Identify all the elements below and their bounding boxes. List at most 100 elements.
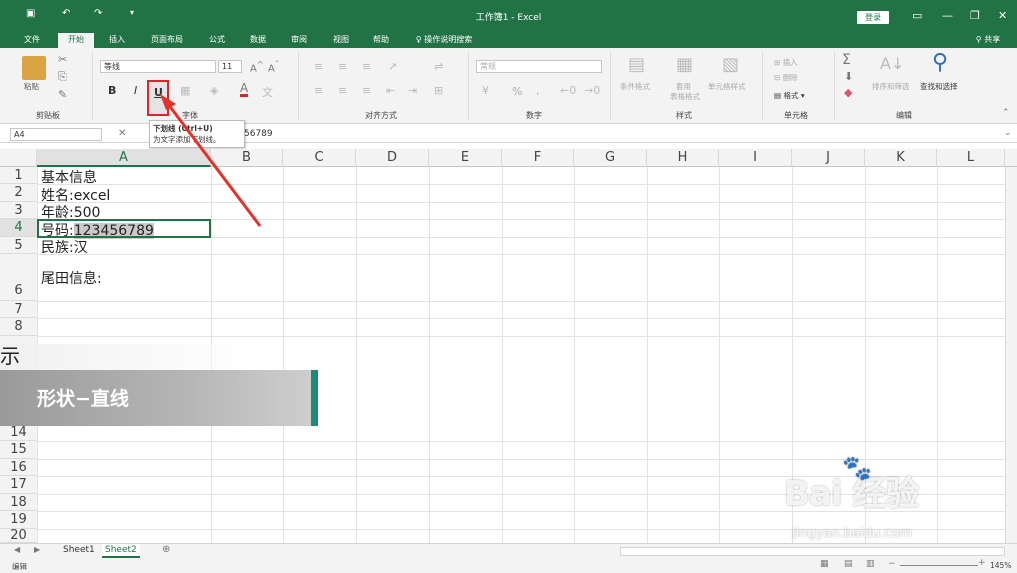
zoom-slider[interactable] bbox=[900, 565, 978, 566]
add-sheet-icon[interactable]: ⊕ bbox=[162, 544, 170, 555]
column-header-a[interactable]: A bbox=[37, 149, 211, 167]
formula-input[interactable]: 56789 bbox=[244, 129, 273, 139]
font-color-icon[interactable]: A bbox=[240, 82, 249, 97]
row-header-2[interactable]: 2 bbox=[0, 184, 37, 202]
fill-icon[interactable]: ⬇ bbox=[844, 70, 853, 83]
row-header-15[interactable]: 15 bbox=[0, 441, 37, 459]
align-middle-icon[interactable]: ≡ bbox=[338, 60, 347, 73]
row-header-7[interactable]: 7 bbox=[0, 301, 37, 318]
column-header-d[interactable]: D bbox=[356, 149, 429, 167]
column-header-j[interactable]: J bbox=[792, 149, 865, 167]
row-header-6[interactable]: 6 bbox=[0, 254, 37, 301]
align-left-icon[interactable]: ≡ bbox=[314, 84, 323, 97]
find-select-icon[interactable]: ⚲ bbox=[932, 50, 948, 75]
close-button[interactable]: ✕ bbox=[998, 9, 1007, 22]
cell-a1[interactable]: 基本信息 bbox=[41, 167, 97, 187]
insert-cells-button[interactable]: ⊞ 插入 bbox=[774, 57, 798, 68]
zoom-out-icon[interactable]: − bbox=[888, 559, 896, 569]
sort-filter-icon[interactable]: A↓ bbox=[880, 54, 904, 73]
tab-review[interactable]: 审阅 bbox=[282, 33, 316, 48]
normal-view-icon[interactable]: ▦ bbox=[820, 559, 829, 569]
increase-decimal-icon[interactable]: ←0 bbox=[560, 84, 576, 97]
tab-data[interactable]: 数据 bbox=[242, 33, 274, 48]
row-header-20[interactable]: 20 bbox=[0, 529, 37, 543]
page-layout-view-icon[interactable]: ▤ bbox=[844, 559, 853, 569]
row-header-5[interactable]: 5 bbox=[0, 237, 37, 254]
column-header-i[interactable]: I bbox=[719, 149, 792, 167]
clear-icon[interactable]: ◆ bbox=[844, 86, 852, 99]
tab-insert[interactable]: 插入 bbox=[102, 33, 132, 48]
format-cells-button[interactable]: ▤ 格式 ▾ bbox=[774, 90, 805, 101]
autosum-icon[interactable]: Σ bbox=[842, 52, 851, 68]
sheet-tab-sheet1[interactable]: Sheet1 bbox=[60, 544, 98, 558]
number-format-select[interactable]: 常规 bbox=[476, 60, 602, 73]
column-header-k[interactable]: K bbox=[865, 149, 937, 167]
align-right-icon[interactable]: ≡ bbox=[362, 84, 371, 97]
decrease-decimal-icon[interactable]: →0 bbox=[584, 84, 600, 97]
column-header-e[interactable]: E bbox=[429, 149, 502, 167]
row-header-3[interactable]: 3 bbox=[0, 202, 37, 219]
comma-icon[interactable]: , bbox=[536, 84, 540, 97]
tab-file[interactable]: 文件 bbox=[16, 33, 48, 48]
ribbon-display-icon[interactable]: ▭ bbox=[912, 9, 922, 22]
percent-button[interactable]: % bbox=[512, 85, 522, 98]
tab-home[interactable]: 开始 bbox=[58, 33, 94, 48]
expand-formula-icon[interactable]: ⌄ bbox=[1004, 128, 1012, 138]
decrease-indent-icon[interactable]: ⇤ bbox=[386, 84, 395, 97]
zoom-level[interactable]: 145% bbox=[990, 561, 1011, 570]
next-sheet-icon[interactable]: ▶ bbox=[34, 545, 40, 554]
copy-icon[interactable]: ⎘ bbox=[58, 70, 67, 84]
font-name-select[interactable]: 等线 bbox=[100, 60, 216, 73]
row-header-18[interactable]: 18 bbox=[0, 494, 37, 511]
increase-font-icon[interactable]: A^ bbox=[250, 59, 264, 74]
fill-color-icon[interactable]: ◈ bbox=[210, 84, 218, 97]
underline-button[interactable]: U bbox=[147, 80, 169, 116]
maximize-button[interactable]: ❐ bbox=[970, 9, 980, 22]
column-header-b[interactable]: B bbox=[211, 149, 283, 167]
select-all-corner[interactable] bbox=[0, 149, 37, 167]
column-header-h[interactable]: H bbox=[647, 149, 719, 167]
row-header-1[interactable]: 1 bbox=[0, 167, 37, 184]
format-painter-icon[interactable]: ✎ bbox=[58, 88, 67, 101]
tab-page-layout[interactable]: 页面布局 bbox=[143, 33, 191, 48]
row-header-4[interactable]: 4 bbox=[0, 219, 37, 237]
row-header-19[interactable]: 19 bbox=[0, 511, 37, 529]
tab-formulas[interactable]: 公式 bbox=[200, 33, 234, 48]
column-header-g[interactable]: G bbox=[574, 149, 647, 167]
login-button[interactable]: 登录 bbox=[857, 11, 889, 24]
collapse-ribbon-icon[interactable]: ⌃ bbox=[1002, 108, 1010, 118]
minimize-button[interactable]: — bbox=[942, 9, 953, 22]
cell-a5[interactable]: 民族:汉 bbox=[41, 237, 88, 257]
share-button[interactable]: ⚲ 共享 bbox=[966, 33, 1010, 48]
font-size-select[interactable]: 11 bbox=[218, 60, 242, 73]
horizontal-scrollbar[interactable] bbox=[620, 547, 1005, 556]
sheet-tab-sheet2[interactable]: Sheet2 bbox=[102, 544, 140, 558]
cell-styles-icon[interactable]: ▧ bbox=[722, 54, 739, 75]
paste-icon[interactable] bbox=[22, 56, 46, 80]
column-header-c[interactable]: C bbox=[283, 149, 356, 167]
tab-view[interactable]: 视图 bbox=[324, 33, 358, 48]
zoom-in-icon[interactable]: + bbox=[978, 558, 986, 568]
row-header-8[interactable]: 8 bbox=[0, 318, 37, 336]
phonetic-icon[interactable]: 文 bbox=[262, 84, 273, 100]
decrease-font-icon[interactable]: Aˇ bbox=[268, 59, 279, 74]
row-header-16[interactable]: 16 bbox=[0, 459, 37, 476]
prev-sheet-icon[interactable]: ◀ bbox=[14, 545, 20, 554]
tab-help[interactable]: 帮助 bbox=[364, 33, 398, 48]
row-header-14[interactable]: 14 bbox=[0, 424, 37, 441]
row-header-17[interactable]: 17 bbox=[0, 476, 37, 494]
italic-button[interactable]: I bbox=[134, 84, 137, 97]
column-header-l[interactable]: L bbox=[937, 149, 1005, 167]
bold-button[interactable]: B bbox=[108, 84, 116, 97]
increase-indent-icon[interactable]: ⇥ bbox=[408, 84, 417, 97]
cut-icon[interactable]: ✂ bbox=[58, 53, 67, 66]
tell-me-search[interactable]: ♀ 操作说明搜索 bbox=[404, 33, 484, 48]
orientation-icon[interactable]: ↗ bbox=[388, 60, 397, 73]
wrap-text-icon[interactable]: ⇌ bbox=[434, 60, 443, 73]
align-bottom-icon[interactable]: ≡ bbox=[362, 60, 371, 73]
format-as-table-icon[interactable]: ▦ bbox=[676, 54, 693, 75]
column-header-f[interactable]: F bbox=[502, 149, 574, 167]
currency-icon[interactable]: ¥ bbox=[482, 84, 489, 97]
merge-icon[interactable]: ⊞ bbox=[434, 84, 443, 97]
name-box[interactable]: A4 bbox=[10, 128, 102, 141]
